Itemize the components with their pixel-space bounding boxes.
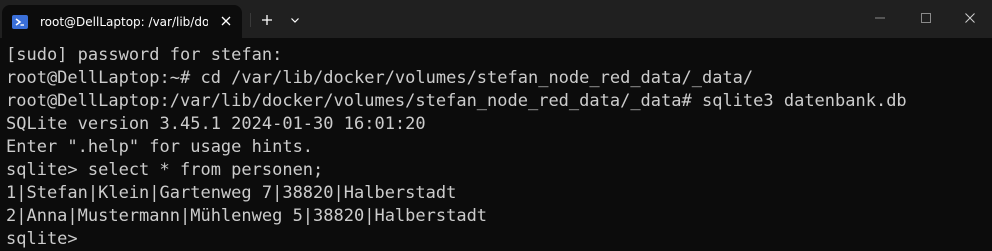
chevron-down-icon — [291, 18, 299, 23]
title-bar: root@DellLaptop: /var/lib/dock — [0, 0, 992, 38]
close-icon — [965, 13, 975, 23]
plus-icon — [262, 15, 272, 25]
tab-title: root@DellLaptop: /var/lib/dock — [40, 15, 208, 29]
terminal-line: Enter ".help" for usage hints. — [6, 137, 314, 157]
terminal-tab[interactable]: root@DellLaptop: /var/lib/dock — [2, 5, 242, 38]
terminal-line: 1|Stefan|Klein|Gartenweg 7|38820|Halbers… — [6, 183, 457, 203]
maximize-button[interactable] — [904, 0, 948, 36]
new-tab-button[interactable] — [254, 8, 280, 32]
close-window-button[interactable] — [948, 0, 992, 36]
terminal-line: 2|Anna|Mustermann|Mühlenweg 5|38820|Halb… — [6, 206, 488, 226]
close-tab-icon[interactable] — [218, 13, 234, 29]
terminal-line: [sudo] password for stefan: — [6, 45, 283, 65]
terminal-line: SQLite version 3.45.1 2024-01-30 16:01:2… — [6, 114, 426, 134]
terminal-line: sqlite> select * from personen; — [6, 160, 324, 180]
powershell-icon — [12, 14, 28, 30]
terminal-output[interactable]: [sudo] password for stefan: root@DellLap… — [0, 38, 992, 249]
tab-divider — [250, 13, 251, 27]
terminal-line: root@DellLaptop:/var/lib/docker/volumes/… — [6, 91, 907, 111]
tab-dropdown-button[interactable] — [284, 8, 306, 32]
minimize-button[interactable] — [858, 0, 902, 36]
minimize-icon — [875, 17, 885, 19]
terminal-line: root@DellLaptop:~# cd /var/lib/docker/vo… — [6, 68, 754, 88]
maximize-icon — [921, 13, 931, 23]
